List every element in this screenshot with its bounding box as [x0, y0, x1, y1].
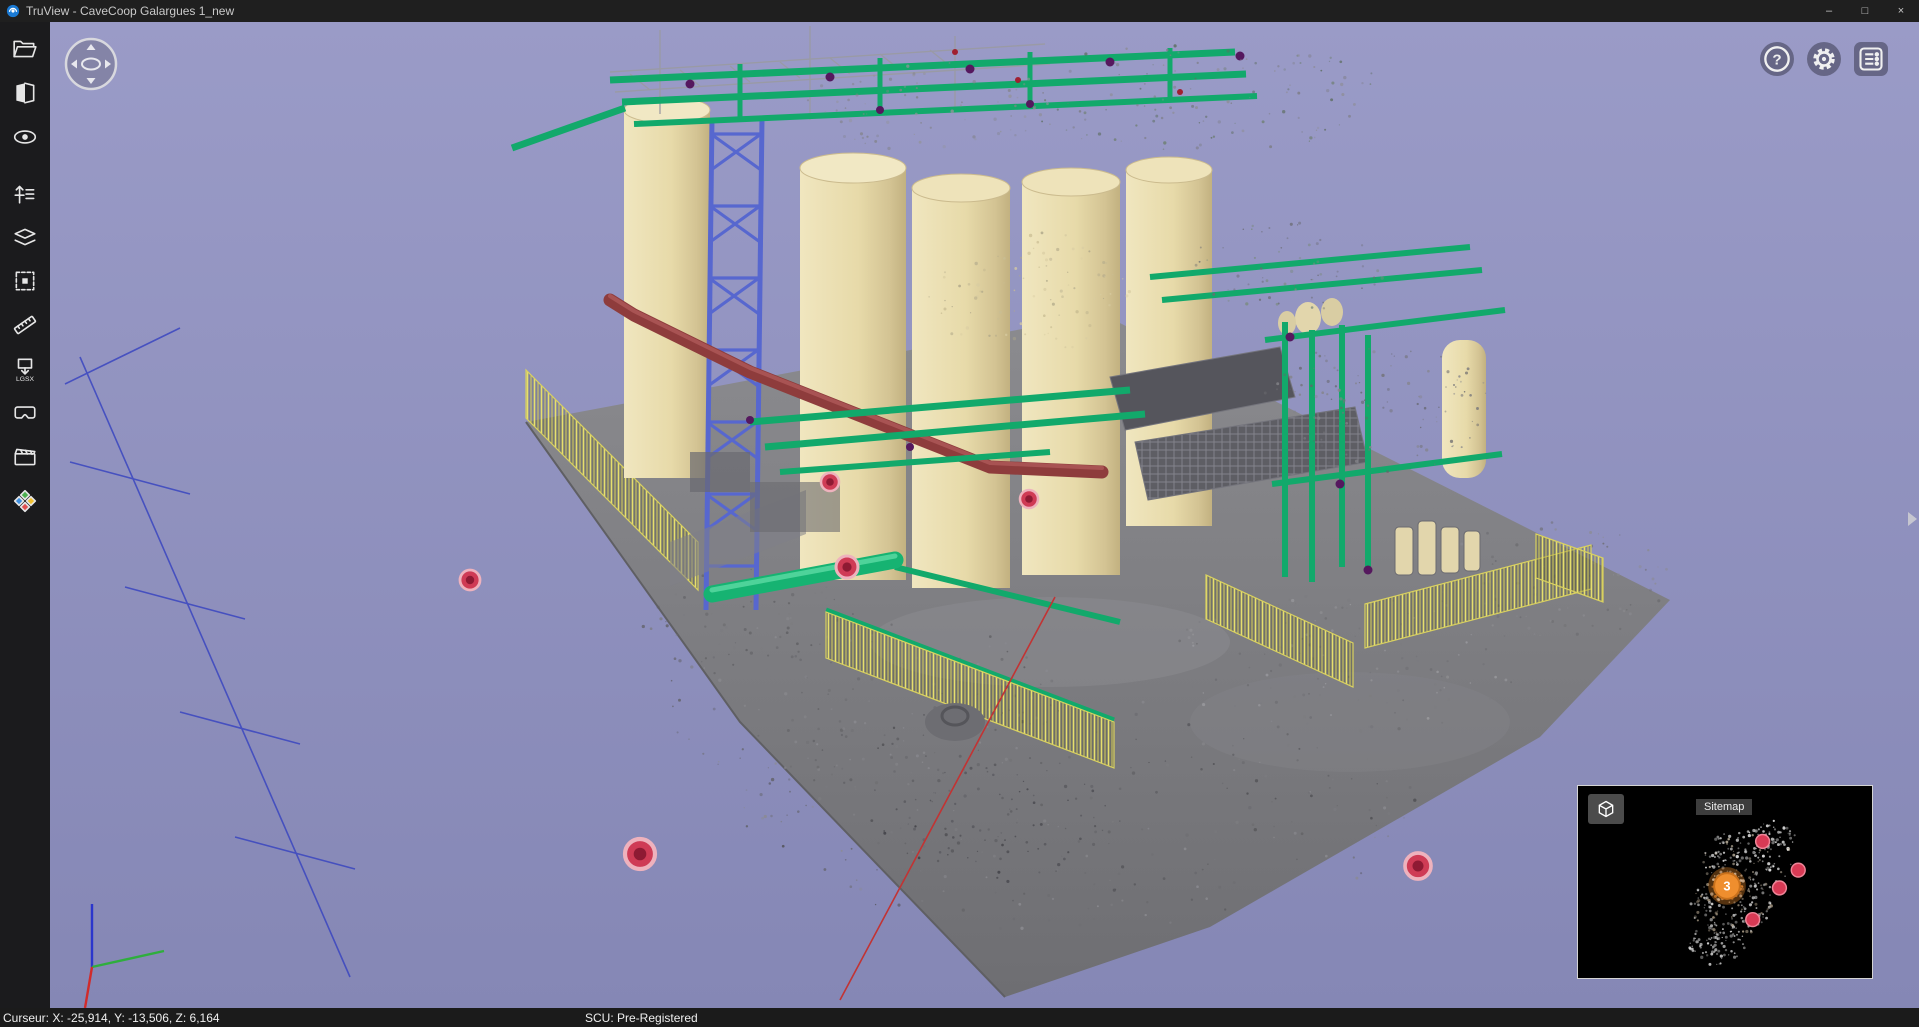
scan-position-marker[interactable]: [460, 570, 480, 590]
left-toolbar: LGSX: [0, 22, 50, 1008]
titlebar: TruView - CaveCoop Galargues 1_new – □ ×: [0, 0, 1919, 22]
lgsx-export-button[interactable]: LGSX: [5, 350, 45, 388]
sitemap-3d-toggle-button[interactable]: [1588, 794, 1624, 824]
pano-view-icon: [12, 80, 38, 106]
eye-icon: [12, 124, 38, 150]
apps-button[interactable]: [5, 482, 45, 520]
viewport-3d[interactable]: ?: [50, 22, 1919, 1008]
help-button[interactable]: ?: [1760, 42, 1794, 76]
pinwheel-icon: [12, 488, 38, 514]
lgsx-icon: LGSX: [12, 356, 38, 382]
sitemap-scan-marker[interactable]: [1791, 863, 1805, 877]
vr-mode-button[interactable]: [5, 394, 45, 432]
minimize-button[interactable]: –: [1811, 0, 1847, 22]
ground-pump: [925, 703, 985, 741]
ruler-icon: [12, 312, 38, 338]
scan-position-marker[interactable]: [1405, 853, 1431, 879]
vr-goggles-icon: [12, 400, 38, 426]
window-title: TruView - CaveCoop Galargues 1_new: [26, 4, 234, 18]
scan-position-marker[interactable]: [625, 839, 655, 869]
svg-text:?: ?: [1772, 51, 1781, 68]
scan-position-marker[interactable]: [821, 473, 839, 491]
scan-position-marker[interactable]: [1020, 490, 1038, 508]
visibility-button[interactable]: [5, 118, 45, 156]
panel-expand-arrow[interactable]: [1908, 512, 1917, 526]
status-bar: Curseur: X: -25,914, Y: -13,506, Z: 6,16…: [0, 1008, 1919, 1027]
floors-icon: [12, 224, 38, 250]
gear-icon: [1810, 45, 1838, 73]
window-controls: – □ ×: [1811, 0, 1919, 22]
help-icon: ?: [1763, 45, 1791, 73]
scan-position-marker[interactable]: [836, 556, 858, 578]
clip-box-icon: [12, 268, 38, 294]
clapperboard-icon: [12, 444, 38, 470]
sitemap-panel[interactable]: 3 Sitemap: [1577, 785, 1873, 979]
app-window: TruView - CaveCoop Galargues 1_new – □ ×: [0, 0, 1919, 1027]
leveling-tools-button[interactable]: [5, 174, 45, 212]
sitemap-scan-marker[interactable]: [1756, 834, 1770, 848]
open-folder-icon: [12, 36, 38, 62]
measurement-button[interactable]: [5, 306, 45, 344]
viewpoints-button[interactable]: [1854, 42, 1888, 76]
orbit-icon: [64, 37, 118, 91]
orbit-control[interactable]: [64, 37, 118, 91]
floors-button[interactable]: [5, 218, 45, 256]
close-button[interactable]: ×: [1883, 0, 1919, 22]
svg-text:LGSX: LGSX: [16, 376, 34, 382]
truview-logo-icon: [6, 4, 20, 18]
svg-text:3: 3: [1723, 878, 1730, 893]
animation-button[interactable]: [5, 438, 45, 476]
settings-button[interactable]: [1807, 42, 1841, 76]
ground-patch: [1190, 672, 1510, 772]
sitemap-active-marker[interactable]: 3: [1708, 867, 1746, 905]
cursor-coordinates: Curseur: X: -25,914, Y: -13,506, Z: 6,16…: [3, 1011, 220, 1025]
cube-icon: [1596, 799, 1616, 819]
scu-status: SCU: Pre-Registered: [585, 1011, 698, 1025]
maximize-button[interactable]: □: [1847, 0, 1883, 22]
clipping-box-button[interactable]: [5, 262, 45, 300]
open-project-button[interactable]: [5, 30, 45, 68]
leveling-axis-icon: [12, 180, 38, 206]
sitemap-scan-marker[interactable]: [1746, 913, 1760, 927]
view-mode-button[interactable]: [5, 74, 45, 112]
sitemap-scan-marker[interactable]: [1773, 881, 1787, 895]
sitemap-title: Sitemap: [1696, 799, 1752, 815]
viewport-toolbar: ?: [1760, 42, 1888, 76]
viewpoint-list-icon: [1857, 45, 1885, 73]
